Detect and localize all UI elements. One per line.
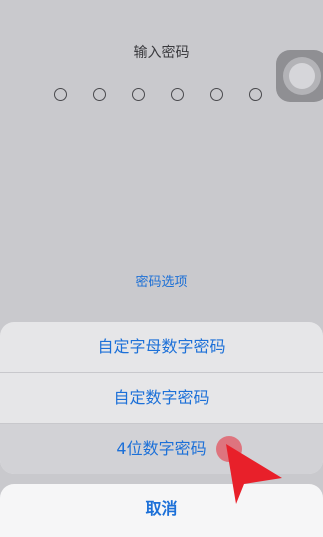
sheet-item-custom-alphanumeric[interactable]: 自定字母数字密码 xyxy=(0,322,323,373)
passcode-dot-2 xyxy=(93,88,106,101)
passcode-dot-3 xyxy=(132,88,145,101)
passcode-dot-5 xyxy=(210,88,223,101)
assistive-touch-icon[interactable] xyxy=(276,50,323,102)
passcode-dot-1 xyxy=(54,88,67,101)
passcode-screen: 输入密码 密码选项 自定字母数字密码 自定数字密码 4位数字密码 取消 xyxy=(0,0,323,537)
passcode-options-link[interactable]: 密码选项 xyxy=(0,271,323,290)
passcode-dot-6 xyxy=(249,88,262,101)
passcode-dot-4 xyxy=(171,88,184,101)
assistive-touch-inner-ring xyxy=(289,63,315,89)
passcode-title: 输入密码 xyxy=(133,45,190,61)
red-arrow-icon xyxy=(226,444,282,504)
passcode-dots xyxy=(54,88,266,104)
sheet-item-custom-numeric[interactable]: 自定数字密码 xyxy=(0,373,323,424)
